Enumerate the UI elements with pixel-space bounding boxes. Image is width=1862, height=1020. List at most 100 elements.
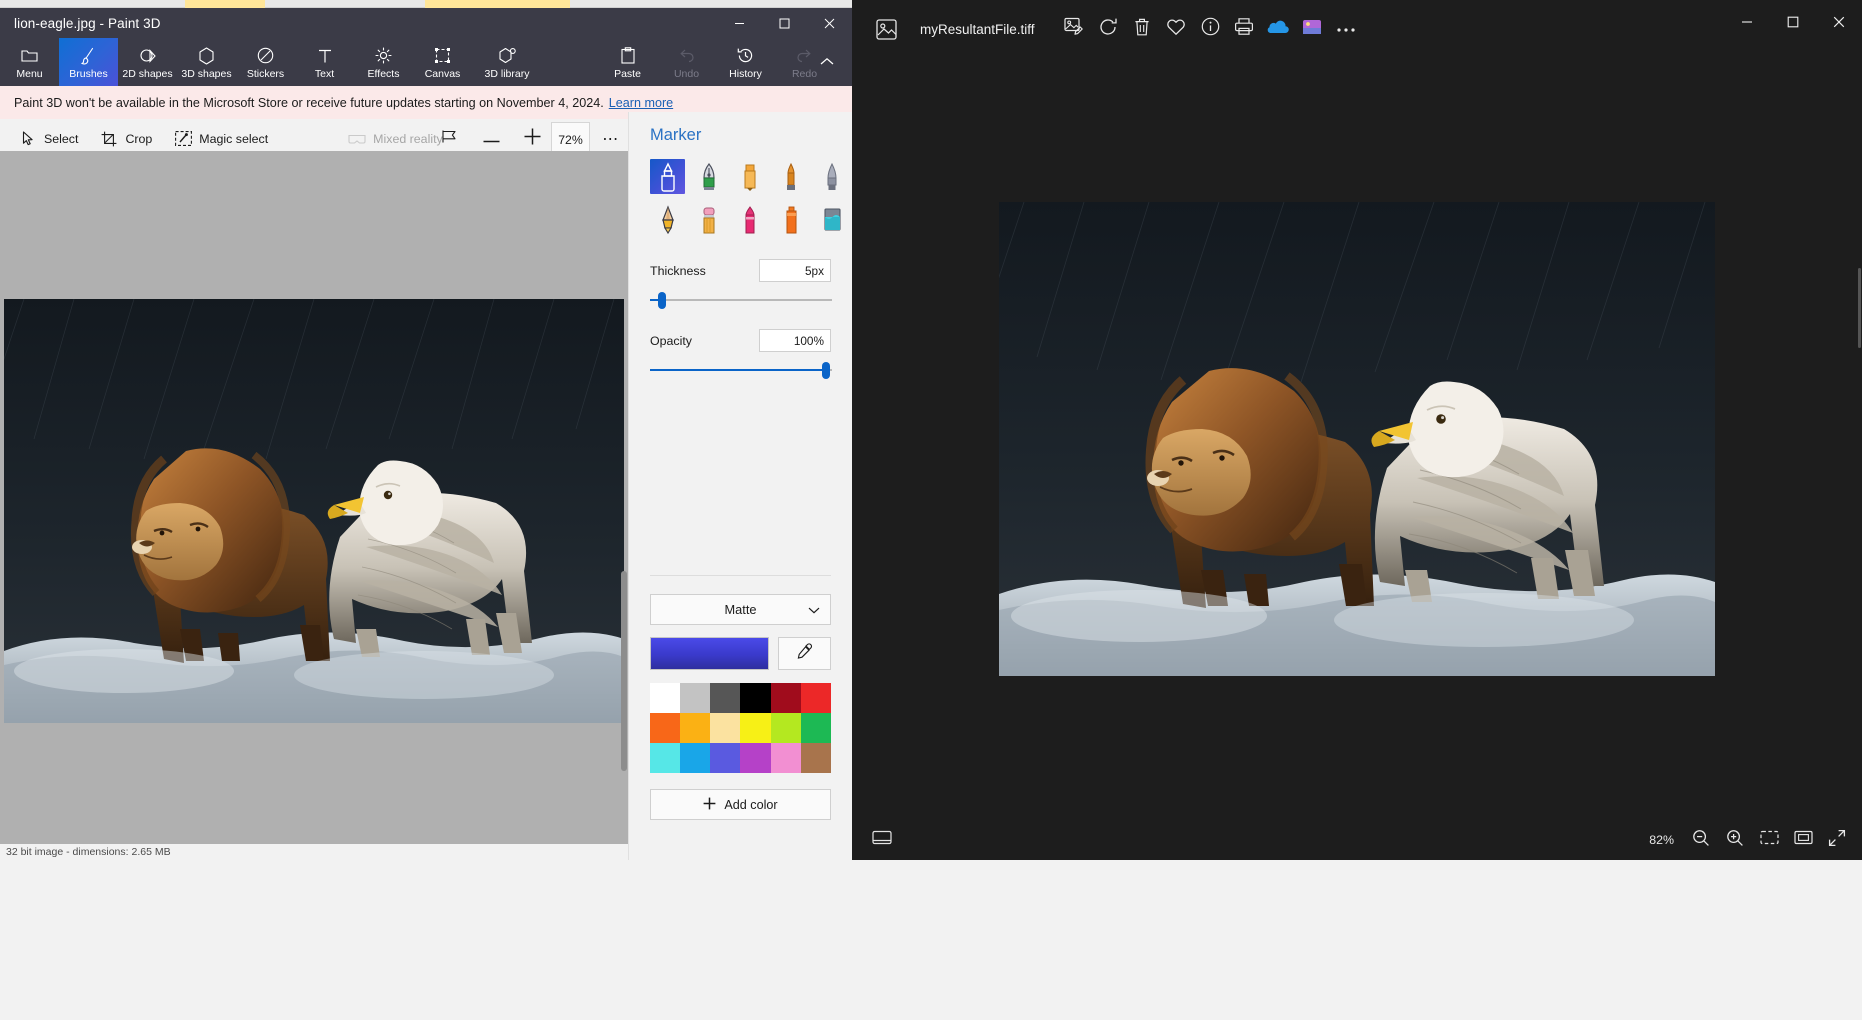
fit-to-window-icon [1759, 830, 1779, 850]
learn-more-link[interactable]: Learn more [609, 96, 673, 110]
more-options-button[interactable] [1329, 0, 1363, 58]
brush-watercolor[interactable] [814, 159, 849, 194]
brush-calligraphy-pen[interactable] [691, 159, 726, 194]
paint3d-statusbar: 32 bit image - dimensions: 2.65 MB [0, 844, 628, 860]
subtoolbar-label: Magic select [199, 131, 269, 146]
maximize-button[interactable] [762, 8, 807, 38]
filmstrip-button[interactable] [862, 830, 902, 850]
fullscreen-button[interactable] [1820, 820, 1854, 860]
actual-size-button[interactable] [1786, 820, 1820, 860]
rotate-button[interactable] [1091, 0, 1125, 58]
crop-icon [100, 131, 118, 147]
folder-icon [21, 46, 38, 65]
minimize-button[interactable] [1724, 0, 1770, 44]
status-text: 32 bit image - dimensions: 2.65 MB [6, 846, 171, 858]
zoom-out-button[interactable] [1684, 820, 1718, 860]
brush-crayon[interactable] [732, 202, 767, 237]
panel-divider [650, 575, 831, 576]
edit-image-button[interactable] [1057, 0, 1091, 58]
minimize-button[interactable] [717, 8, 762, 38]
ribbon-label: Stickers [246, 68, 285, 80]
swatch-dark-red[interactable] [770, 683, 801, 713]
photos-image-viewport[interactable] [852, 58, 1862, 820]
paint3d-canvas-area[interactable] [0, 151, 628, 860]
ribbon-item-3d-shapes[interactable]: 3D shapes [177, 38, 236, 86]
swatch-amber[interactable] [680, 713, 711, 743]
swatch-indigo[interactable] [710, 743, 741, 773]
swatch-blue[interactable] [680, 743, 711, 773]
close-button[interactable] [807, 8, 852, 38]
swatch-brown[interactable] [800, 743, 831, 773]
ribbon-item-effects[interactable]: Effects [354, 38, 413, 86]
ribbon-item-paste[interactable]: Paste [598, 38, 657, 86]
photos-toolbar [1057, 0, 1363, 58]
brush-calligraphy[interactable] [732, 159, 767, 194]
brush-oil[interactable] [773, 159, 808, 194]
lion-eagle-artwork [4, 299, 624, 723]
ribbon-item-history[interactable]: History [716, 38, 775, 86]
thickness-label: Thickness [650, 263, 706, 278]
swatch-white[interactable] [650, 683, 681, 713]
magic-select-icon [174, 131, 192, 146]
swatch-black[interactable] [740, 683, 771, 713]
swatch-cyan[interactable] [650, 743, 681, 773]
thickness-slider[interactable] [650, 291, 832, 309]
swatch-pink[interactable] [770, 743, 801, 773]
swatch-purple[interactable] [740, 743, 771, 773]
ribbon-item-canvas[interactable]: Canvas [413, 38, 472, 86]
ribbon-item-text[interactable]: Text [295, 38, 354, 86]
swatch-red[interactable] [800, 683, 831, 713]
opacity-slider[interactable] [650, 361, 832, 379]
ribbon-label: Menu [16, 68, 43, 80]
swatch-dark-gray[interactable] [710, 683, 741, 713]
brush-marker[interactable] [650, 159, 685, 194]
paint3d-artboard[interactable] [4, 299, 624, 723]
favorite-button[interactable] [1159, 0, 1193, 58]
opacity-value[interactable]: 100% [759, 329, 831, 352]
ribbon-item-brushes[interactable]: Brushes [59, 38, 118, 86]
photos-displayed-image[interactable] [999, 202, 1715, 676]
delete-button[interactable] [1125, 0, 1159, 58]
photos-window-controls [1724, 0, 1862, 44]
gallery-icon [1302, 18, 1322, 41]
thickness-value[interactable]: 5px [759, 259, 831, 282]
swatch-green[interactable] [800, 713, 831, 743]
gallery-button[interactable] [1295, 0, 1329, 58]
fit-to-window-button[interactable] [1752, 820, 1786, 860]
ribbon-item-2d-shapes[interactable]: 2D shapes [118, 38, 177, 86]
current-color-swatch[interactable] [650, 637, 769, 670]
brush-pencil[interactable] [650, 202, 685, 237]
photos-window: myResultantFile.tiff 82% [852, 0, 1862, 860]
swatch-yellow[interactable] [740, 713, 771, 743]
swatch-lime[interactable] [770, 713, 801, 743]
swatch-cream[interactable] [710, 713, 741, 743]
ribbon-item-menu[interactable]: Menu [0, 38, 59, 86]
brush-tool-panel: Marker Thickness 5px Opacity 100% Matte … [628, 112, 852, 860]
print-button[interactable] [1227, 0, 1261, 58]
photos-scrollbar[interactable] [1857, 58, 1862, 578]
photos-bottom-bar: 82% [852, 820, 1862, 860]
zoom-in-button[interactable] [1718, 820, 1752, 860]
maximize-button[interactable] [1770, 0, 1816, 44]
ribbon-collapse-button[interactable] [808, 38, 846, 86]
info-button[interactable] [1193, 0, 1227, 58]
swatch-orange[interactable] [650, 713, 681, 743]
color-swatch-grid [650, 683, 831, 773]
photos-app-icon [860, 18, 912, 40]
canvas-icon [434, 46, 451, 65]
brush-fill-bucket[interactable] [814, 202, 849, 237]
add-color-button[interactable]: Add color [650, 789, 831, 820]
swatch-light-gray[interactable] [680, 683, 711, 713]
ribbon-item-3d-library[interactable]: 3D library [472, 38, 542, 86]
ribbon-item-stickers[interactable]: Stickers [236, 38, 295, 86]
material-select[interactable]: Matte [650, 594, 831, 625]
ribbon-label: Effects [367, 68, 400, 80]
canvas-vertical-scrollbar[interactable] [621, 151, 628, 860]
close-button[interactable] [1816, 0, 1862, 44]
onedrive-button[interactable] [1261, 0, 1295, 58]
eyedropper-button[interactable] [777, 637, 831, 670]
color-row [650, 637, 831, 670]
brush-eraser[interactable] [691, 202, 726, 237]
brush-spray-can[interactable] [773, 202, 808, 237]
ribbon-label: History [729, 68, 762, 80]
